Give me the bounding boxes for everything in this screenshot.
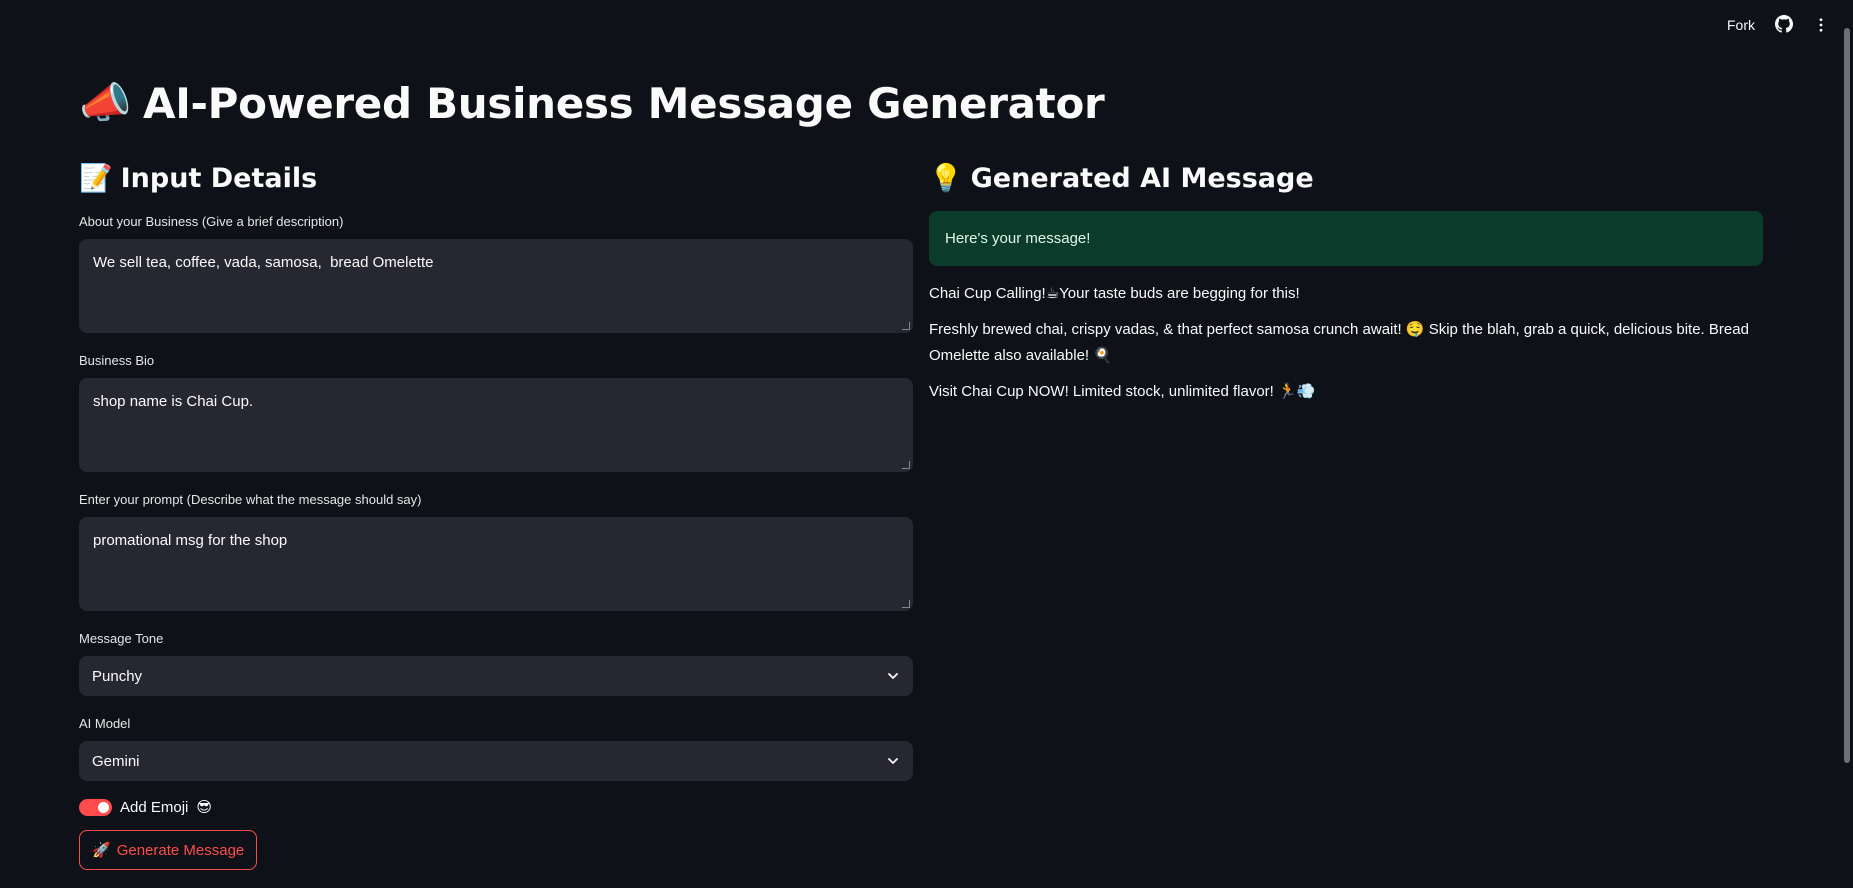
model-value: Gemini	[92, 752, 140, 770]
rocket-icon: 🚀	[92, 841, 111, 859]
resize-handle[interactable]	[902, 600, 910, 608]
input-section-title: 📝 Input Details	[79, 158, 913, 198]
about-textarea[interactable]: We sell tea, coffee, vada, samosa, bread…	[79, 239, 913, 333]
fork-link[interactable]: Fork	[1723, 15, 1759, 35]
prompt-textarea[interactable]: promational msg for the shop	[79, 517, 913, 611]
sunglasses-icon: 😎	[196, 798, 213, 816]
output-section-title: 💡 Generated AI Message	[929, 158, 1763, 198]
about-label: About your Business (Give a brief descri…	[79, 214, 344, 229]
model-select[interactable]: Gemini	[79, 741, 913, 781]
resize-handle[interactable]	[902, 322, 910, 330]
scrollbar[interactable]	[1843, 0, 1853, 888]
about-field: About your Business (Give a brief descri…	[79, 214, 913, 333]
input-column: 📝 Input Details About your Business (Giv…	[79, 158, 913, 870]
prompt-label: Enter your prompt (Describe what the mes…	[79, 492, 422, 507]
megaphone-icon: 📣	[79, 78, 131, 127]
chevron-down-icon	[886, 669, 900, 683]
tone-select[interactable]: Punchy	[79, 656, 913, 696]
message-paragraph: Visit Chai Cup NOW! Limited stock, unlim…	[929, 383, 1316, 400]
light-bulb-icon: 💡	[929, 163, 963, 194]
bio-textarea[interactable]: shop name is Chai Cup.	[79, 378, 913, 472]
memo-icon: 📝	[79, 163, 113, 194]
scrollbar-thumb[interactable]	[1844, 28, 1850, 763]
prompt-value: promational msg for the shop	[93, 532, 288, 549]
success-alert-text: Here's your message!	[945, 230, 1091, 247]
bio-field: Business Bio shop name is Chai Cup.	[79, 353, 913, 472]
bio-label: Business Bio	[79, 353, 155, 368]
more-options-icon[interactable]	[1811, 15, 1831, 35]
tone-field: Message Tone Punchy	[79, 631, 913, 696]
resize-handle[interactable]	[902, 461, 910, 469]
about-value: We sell tea, coffee, vada, samosa, bread…	[93, 254, 434, 271]
prompt-field: Enter your prompt (Describe what the mes…	[79, 492, 913, 611]
github-icon[interactable]	[1775, 15, 1795, 35]
emoji-toggle-row: Add Emoji 😎	[79, 798, 913, 816]
emoji-toggle[interactable]	[79, 798, 112, 816]
chevron-down-icon	[886, 754, 900, 768]
header-actions: Fork	[1723, 15, 1831, 35]
tone-label: Message Tone	[79, 631, 164, 646]
model-label: AI Model	[79, 716, 131, 731]
input-section-title-text: Input Details	[120, 162, 318, 194]
page-title-text: AI-Powered Business Message Generator	[143, 78, 1105, 128]
message-paragraph: Freshly brewed chai, crispy vadas, & tha…	[929, 321, 1749, 364]
page-title: 📣 AI-Powered Business Message Generator	[79, 78, 1105, 128]
output-column: 💡 Generated AI Message Here's your messa…	[929, 158, 1763, 405]
generate-message-button[interactable]: 🚀 Generate Message	[79, 830, 258, 870]
model-field: AI Model Gemini	[79, 716, 913, 781]
bio-value: shop name is Chai Cup.	[93, 393, 254, 410]
tone-value: Punchy	[92, 667, 143, 685]
emoji-toggle-label: Add Emoji	[120, 798, 189, 816]
output-section-title-text: Generated AI Message	[970, 162, 1314, 194]
generate-message-label: Generate Message	[116, 841, 245, 859]
message-paragraph: Chai Cup Calling!☕Your taste buds are be…	[929, 285, 1300, 302]
app-header: Fork	[0, 0, 1853, 54]
success-alert: Here's your message!	[929, 211, 1763, 266]
